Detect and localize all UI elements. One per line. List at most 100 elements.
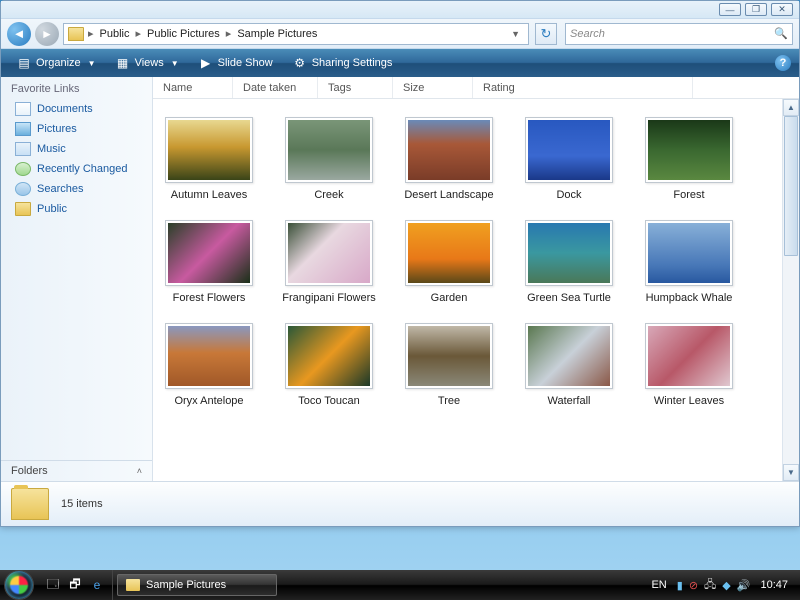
column-header-size[interactable]: Size bbox=[393, 77, 473, 98]
file-item-creek[interactable]: Creek bbox=[279, 117, 379, 202]
tray-icon[interactable]: ▮ bbox=[677, 579, 683, 592]
pic-icon bbox=[15, 122, 31, 136]
file-item-green-sea-turtle[interactable]: Green Sea Turtle bbox=[519, 220, 619, 305]
organize-button[interactable]: ▤ Organize ▼ bbox=[9, 53, 104, 73]
file-item-winter-leaves[interactable]: Winter Leaves bbox=[639, 323, 739, 408]
file-label: Winter Leaves bbox=[654, 395, 724, 408]
items-area[interactable]: Autumn LeavesCreekDesert LandscapeDock Fo… bbox=[153, 99, 799, 481]
start-button[interactable] bbox=[0, 570, 38, 600]
vertical-scrollbar[interactable]: ▲ ▼ bbox=[782, 99, 799, 481]
file-item-desert-landscape[interactable]: Desert Landscape bbox=[399, 117, 499, 202]
sidebar-item-recently-changed[interactable]: Recently Changed bbox=[1, 159, 152, 179]
quick-launch: 🗔 🗗 e bbox=[38, 570, 113, 600]
folder-icon bbox=[68, 27, 84, 41]
language-indicator[interactable]: EN bbox=[647, 579, 670, 591]
search-placeholder: Search bbox=[570, 28, 605, 40]
breadcrumb-public-pictures[interactable]: Public Pictures bbox=[141, 28, 226, 40]
details-pane: 15 items bbox=[1, 481, 799, 526]
chevron-down-icon: ▼ bbox=[171, 59, 179, 68]
volume-icon[interactable]: 🔊 bbox=[737, 579, 751, 592]
rec-icon bbox=[15, 162, 31, 176]
favorite-links-header: Favorite Links bbox=[1, 77, 152, 99]
file-label: Waterfall bbox=[548, 395, 591, 408]
command-bar: ▤ Organize ▼ ▦ Views ▼ ▶ Slide Show ⚙ Sh… bbox=[1, 49, 799, 77]
sidebar-item-label: Searches bbox=[37, 183, 83, 195]
file-item-frangipani-flowers[interactable]: Frangipani Flowers bbox=[279, 220, 379, 305]
views-button[interactable]: ▦ Views ▼ bbox=[108, 53, 187, 73]
mus-icon bbox=[15, 142, 31, 156]
address-bar[interactable]: ▸ Public ▸ Public Pictures ▸ Sample Pict… bbox=[63, 23, 529, 45]
address-dropdown[interactable]: ▼ bbox=[507, 29, 524, 39]
minimize-button[interactable]: — bbox=[719, 3, 741, 16]
show-desktop-button[interactable]: 🗔 bbox=[44, 576, 62, 594]
file-label: Oryx Antelope bbox=[174, 395, 243, 408]
sidebar-item-label: Recently Changed bbox=[37, 163, 128, 175]
thumbnail bbox=[285, 220, 373, 286]
sharing-settings-button[interactable]: ⚙ Sharing Settings bbox=[285, 53, 401, 73]
file-item-autumn-leaves[interactable]: Autumn Leaves bbox=[159, 117, 259, 202]
pub-icon bbox=[15, 202, 31, 216]
file-label: Forest bbox=[673, 189, 704, 202]
system-tray: EN ▮ ⊘ 🖧 ◆ 🔊 10:47 bbox=[639, 570, 800, 600]
file-item-toco-toucan[interactable]: Toco Toucan bbox=[279, 323, 379, 408]
security-icon[interactable]: ⊘ bbox=[689, 579, 698, 592]
file-item-oryx-antelope[interactable]: Oryx Antelope bbox=[159, 323, 259, 408]
file-item-forest[interactable]: Forest bbox=[639, 117, 739, 202]
sidebar-item-searches[interactable]: Searches bbox=[1, 179, 152, 199]
sidebar-item-public[interactable]: Public bbox=[1, 199, 152, 219]
back-button[interactable]: ◄ bbox=[7, 22, 31, 46]
sidebar-item-music[interactable]: Music bbox=[1, 139, 152, 159]
thumbnail bbox=[405, 220, 493, 286]
titlebar: — ❐ ✕ bbox=[1, 1, 799, 19]
slideshow-button[interactable]: ▶ Slide Show bbox=[191, 53, 281, 73]
refresh-button[interactable]: ↻ bbox=[535, 23, 557, 45]
file-item-forest-flowers[interactable]: Forest Flowers bbox=[159, 220, 259, 305]
thumbnail bbox=[645, 220, 733, 286]
network-icon[interactable]: 🖧 bbox=[704, 576, 716, 595]
task-sample-pictures[interactable]: Sample Pictures bbox=[117, 574, 277, 596]
folders-toggle[interactable]: Folders ˄ bbox=[1, 460, 152, 481]
column-header-date-taken[interactable]: Date taken bbox=[233, 77, 318, 98]
file-item-humpback-whale[interactable]: Humpback Whale bbox=[639, 220, 739, 305]
breadcrumb-sample-pictures[interactable]: Sample Pictures bbox=[231, 28, 323, 40]
thumbnail bbox=[525, 220, 613, 286]
column-header-rating[interactable]: Rating bbox=[473, 77, 693, 98]
scroll-down-button[interactable]: ▼ bbox=[783, 464, 799, 481]
file-label: Toco Toucan bbox=[298, 395, 360, 408]
help-button[interactable]: ? bbox=[775, 55, 791, 71]
switch-windows-button[interactable]: 🗗 bbox=[66, 576, 84, 594]
tray-icon[interactable]: ◆ bbox=[722, 579, 730, 592]
navigation-bar: ◄ ► ▸ Public ▸ Public Pictures ▸ Sample … bbox=[1, 19, 799, 49]
forward-button[interactable]: ► bbox=[35, 22, 59, 46]
scroll-up-button[interactable]: ▲ bbox=[783, 99, 799, 116]
column-header-name[interactable]: Name bbox=[153, 77, 233, 98]
chevron-up-icon: ˄ bbox=[137, 466, 142, 476]
thumbnail bbox=[645, 117, 733, 183]
column-header-tags[interactable]: Tags bbox=[318, 77, 393, 98]
ie-button[interactable]: e bbox=[88, 576, 106, 594]
close-button[interactable]: ✕ bbox=[771, 3, 793, 16]
doc-icon bbox=[15, 102, 31, 116]
maximize-button[interactable]: ❐ bbox=[745, 3, 767, 16]
sharing-icon: ⚙ bbox=[293, 56, 307, 70]
file-item-garden[interactable]: Garden bbox=[399, 220, 499, 305]
taskbar: 🗔 🗗 e Sample Pictures EN ▮ ⊘ 🖧 ◆ 🔊 10:47 bbox=[0, 570, 800, 600]
sidebar-item-pictures[interactable]: Pictures bbox=[1, 119, 152, 139]
file-item-dock[interactable]: Dock bbox=[519, 117, 619, 202]
sidebar-item-documents[interactable]: Documents bbox=[1, 99, 152, 119]
chevron-down-icon: ▼ bbox=[88, 59, 96, 68]
sidebar-item-label: Documents bbox=[37, 103, 93, 115]
content-pane: NameDate takenTagsSizeRating Autumn Leav… bbox=[153, 77, 799, 481]
breadcrumb-public[interactable]: Public bbox=[94, 28, 136, 40]
file-item-waterfall[interactable]: Waterfall bbox=[519, 323, 619, 408]
clock[interactable]: 10:47 bbox=[756, 579, 792, 591]
search-input[interactable]: Search 🔍 bbox=[565, 23, 793, 45]
file-item-tree[interactable]: Tree bbox=[399, 323, 499, 408]
search-icon[interactable]: 🔍 bbox=[774, 27, 788, 40]
thumbnail bbox=[165, 117, 253, 183]
task-buttons: Sample Pictures bbox=[113, 570, 639, 600]
thumbnail bbox=[525, 323, 613, 389]
scrollbar-thumb[interactable] bbox=[784, 116, 798, 256]
navigation-pane: Favorite Links Documents PicturesMusic Rec… bbox=[1, 77, 153, 481]
sharing-label: Sharing Settings bbox=[312, 57, 393, 69]
